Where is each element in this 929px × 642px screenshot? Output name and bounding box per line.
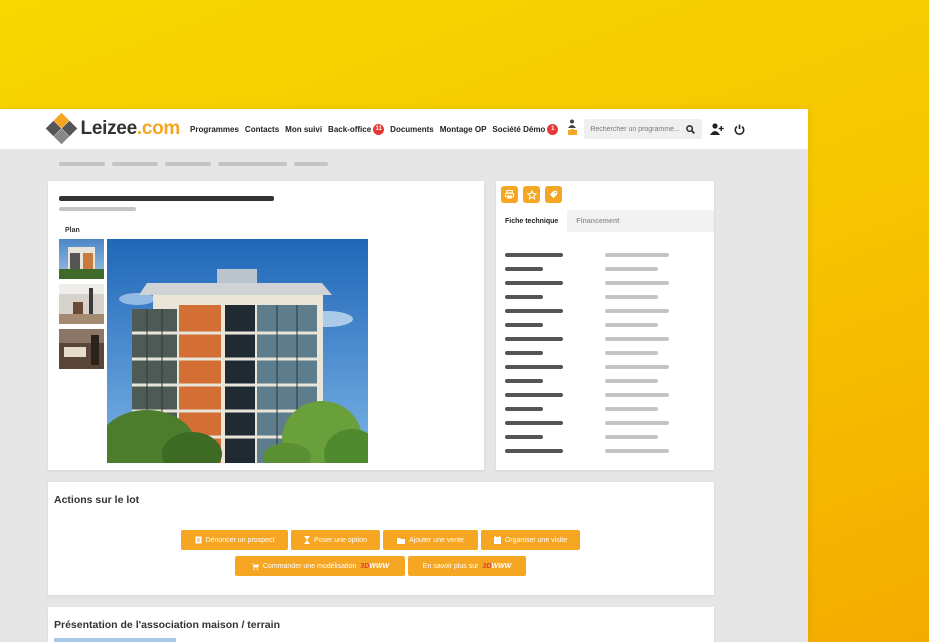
spec-label-placeholder (505, 267, 543, 271)
spec-value-placeholder (605, 379, 658, 383)
breadcrumb-item[interactable] (59, 162, 105, 166)
breadcrumb-item[interactable] (112, 162, 158, 166)
top-navbar: Leizee.com Programmes Contacts Mon suivi… (0, 109, 808, 149)
spec-label-placeholder (505, 449, 563, 453)
lot-subtitle-placeholder (59, 207, 136, 211)
add-user-icon[interactable] (710, 123, 724, 135)
tag-icon[interactable] (545, 186, 562, 203)
add-sale-button[interactable]: Ajouter une vente (383, 530, 478, 550)
spec-value-placeholder (605, 449, 669, 453)
actions-title: Actions sur le lot (54, 494, 139, 506)
set-option-button[interactable]: Poser une option (291, 530, 380, 550)
breadcrumb-item[interactable] (294, 162, 328, 166)
folder-icon (397, 537, 405, 544)
nav-documents[interactable]: Documents (390, 125, 434, 134)
actions-card: Actions sur le lot Dénoncer un prospect … (48, 482, 714, 595)
3dwww-brand-logo: 3DWWW (360, 563, 389, 570)
spec-value-placeholder (605, 435, 658, 439)
search-icon[interactable] (686, 125, 695, 134)
thumbnail-building-photo[interactable] (59, 239, 104, 279)
lot-title-placeholder (59, 196, 274, 201)
thumbnail-room-photo[interactable] (59, 284, 104, 324)
nav-back-office[interactable]: Back-office11 (328, 124, 384, 135)
spec-label-placeholder (505, 351, 543, 355)
logo-mark-icon (48, 115, 75, 143)
spec-value-placeholder (605, 253, 669, 257)
spec-label-placeholder (505, 323, 543, 327)
spec-label-placeholder (505, 393, 563, 397)
nav-contacts[interactable]: Contacts (245, 125, 279, 134)
nav-societe-demo[interactable]: Société Démo1 (492, 124, 558, 135)
notification-badge: 11 (373, 124, 384, 135)
calendar-icon (494, 536, 501, 544)
notification-badge: 1 (547, 124, 558, 135)
3dwww-brand-logo: 3DWWW (482, 563, 511, 570)
app-window: Leizee.com Programmes Contacts Mon suivi… (0, 109, 808, 642)
spec-value-placeholder (605, 309, 669, 313)
document-icon (195, 536, 202, 544)
presentation-tab-indicator[interactable] (54, 638, 176, 642)
print-icon[interactable] (501, 186, 518, 203)
spec-value-placeholder (605, 323, 658, 327)
tab-financement[interactable]: Financement (567, 210, 628, 232)
spec-label-placeholder (505, 337, 563, 341)
power-icon[interactable] (734, 124, 745, 135)
nav-mon-suivi[interactable]: Mon suivi (285, 125, 322, 134)
plan-label[interactable]: Plan (65, 227, 80, 234)
breadcrumb-item[interactable] (218, 162, 287, 166)
star-icon[interactable] (523, 186, 540, 203)
main-nav: Programmes Contacts Mon suivi Back-offic… (190, 119, 578, 139)
learn-more-button[interactable]: En savoir plus sur 3DWWW (408, 556, 526, 576)
spec-value-placeholder (605, 393, 669, 397)
organize-visit-button[interactable]: Organiser une visite (481, 530, 580, 550)
presentation-title: Présentation de l'association maison / t… (54, 619, 280, 631)
presentation-card: Présentation de l'association maison / t… (48, 607, 714, 642)
spec-label-placeholder (505, 365, 563, 369)
breadcrumb-item[interactable] (165, 162, 211, 166)
breadcrumb (59, 162, 328, 166)
spec-label-placeholder (505, 421, 563, 425)
thumbnail-living-room-photo[interactable] (59, 329, 104, 369)
spec-value-placeholder (605, 281, 669, 285)
cart-icon (251, 563, 259, 570)
spec-label-placeholder (505, 281, 563, 285)
spec-value-placeholder (605, 365, 669, 369)
user-mini-icon[interactable] (566, 119, 578, 139)
denounce-prospect-button[interactable]: Dénoncer un prospect (181, 530, 288, 550)
spec-label-placeholder (505, 407, 543, 411)
hourglass-icon (304, 536, 310, 544)
spec-label-placeholder (505, 253, 563, 257)
spec-value-placeholder (605, 267, 658, 271)
spec-value-placeholder (605, 421, 669, 425)
spec-value-placeholder (605, 351, 658, 355)
spec-label-placeholder (505, 379, 543, 383)
nav-montage-op[interactable]: Montage OP (440, 125, 487, 134)
lot-gallery-card: Plan (48, 181, 484, 470)
search-box (584, 119, 702, 139)
spec-value-placeholder (605, 295, 658, 299)
main-building-photo[interactable] (107, 239, 368, 463)
tab-fiche-technique[interactable]: Fiche technique (496, 210, 567, 232)
spec-value-placeholder (605, 407, 658, 411)
lot-details-card: Fiche technique Financement (496, 181, 714, 470)
logo-text: Leizee.com (81, 118, 180, 140)
logo[interactable]: Leizee.com (48, 115, 180, 143)
search-input[interactable] (590, 126, 686, 133)
nav-programmes[interactable]: Programmes (190, 125, 239, 134)
order-modelisation-button[interactable]: Commander une modélisation 3DWWW (235, 556, 405, 576)
panel-toolbar (501, 186, 562, 203)
spec-label-placeholder (505, 309, 563, 313)
spec-label-placeholder (505, 435, 543, 439)
spec-value-placeholder (605, 337, 669, 341)
spec-label-placeholder (505, 295, 543, 299)
detail-tabs: Fiche technique Financement (496, 210, 714, 232)
